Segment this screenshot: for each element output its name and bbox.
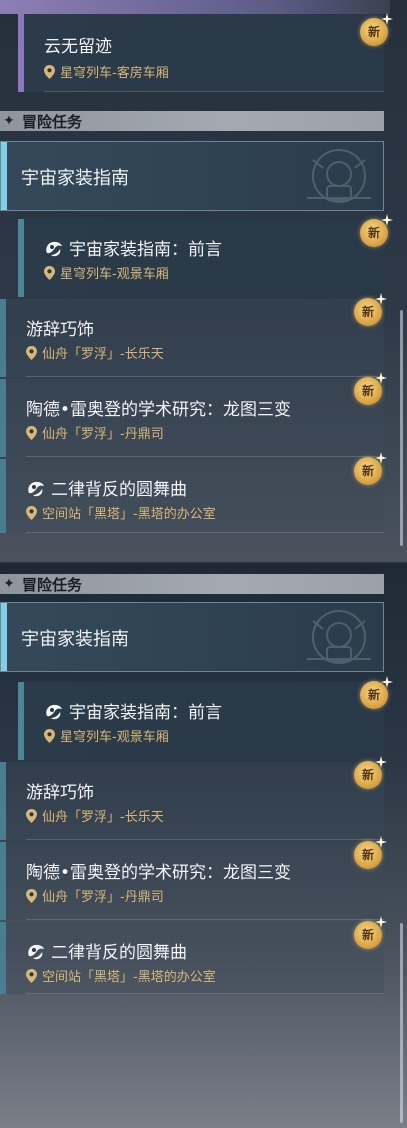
quest-name: 游辞巧饰	[26, 783, 94, 803]
location-pin-icon	[26, 346, 37, 360]
quest-bar	[18, 14, 24, 92]
quest-location: 星穹列车-客房车厢	[44, 62, 169, 81]
sparkle-icon	[375, 836, 387, 848]
quest-item[interactable]: 陶德•雷奥登的学术研究：龙图三变 仙舟「罗浮」-丹鼎司	[0, 842, 384, 920]
quest-swirl-icon	[44, 239, 64, 257]
new-badge: 新	[354, 455, 384, 485]
location-pin-icon	[26, 506, 37, 520]
sparkle-icon	[381, 13, 393, 25]
section-header[interactable]: ✦ 冒险任务	[0, 111, 384, 131]
quest-location: 仙舟「罗浮」-长乐天	[26, 806, 164, 825]
new-badge: 新	[354, 919, 384, 949]
quest-item-top[interactable]: 云无留迹 星穹列车-客房车厢	[18, 14, 384, 92]
divider	[26, 919, 384, 920]
divider	[26, 532, 384, 533]
quest-location: 仙舟「罗浮」-长乐天	[26, 343, 164, 362]
quest-name: 陶德•雷奥登的学术研究：龙图三变	[26, 863, 292, 883]
location-pin-icon	[26, 809, 37, 823]
new-badge: 新	[360, 679, 390, 709]
sub-quest-item[interactable]: 宇宙家装指南：前言 星穹列车-观景车厢	[18, 682, 384, 760]
sparkle-icon	[381, 214, 393, 226]
section-header[interactable]: ✦ 冒险任务	[0, 574, 384, 594]
previous-item-strip	[0, 0, 390, 14]
quest-panel-2: ✦ 冒险任务 宇宙家装指南 宇宙家装指南：前言 星穹列车-观景车厢 新 游辞巧饰…	[0, 563, 407, 1128]
new-badge: 新	[354, 759, 384, 789]
location-pin-icon	[44, 266, 55, 280]
category-header[interactable]: 宇宙家装指南	[0, 141, 384, 211]
quest-item[interactable]: 二律背反的圆舞曲 空间站「黑塔」-黑塔的办公室	[0, 922, 384, 994]
divider	[26, 839, 384, 840]
quest-name: 云无留迹	[44, 37, 112, 57]
category-title: 宇宙家装指南	[21, 629, 129, 650]
location-pin-icon	[26, 889, 37, 903]
quest-bar	[0, 922, 6, 994]
new-badge: 新	[360, 16, 390, 46]
quest-bar	[0, 762, 6, 840]
quest-bar	[0, 459, 6, 533]
quest-bar	[18, 682, 24, 760]
category-emblem-icon	[299, 146, 377, 208]
divider	[26, 376, 384, 377]
location-pin-icon	[26, 426, 37, 440]
sparkle-icon	[375, 372, 387, 384]
quest-location: 星穹列车-观景车厢	[44, 726, 169, 745]
new-badge: 新	[354, 375, 384, 405]
quest-bar	[0, 299, 6, 377]
quest-bar	[0, 379, 6, 457]
quest-name: 二律背反的圆舞曲	[26, 475, 187, 500]
location-pin-icon	[26, 969, 37, 983]
quest-location: 星穹列车-观景车厢	[44, 263, 169, 282]
quest-panel-1: 云无留迹 星穹列车-客房车厢 新 ✦ 冒险任务 宇宙家装指南 宇宙家装指南：前言…	[0, 0, 407, 562]
scrollbar[interactable]	[400, 310, 403, 546]
category-header[interactable]: 宇宙家装指南	[0, 602, 384, 672]
quest-location: 空间站「黑塔」-黑塔的办公室	[26, 503, 216, 522]
diamond-star-icon: ✦	[3, 113, 15, 129]
section-title: 冒险任务	[22, 575, 83, 594]
quest-location: 仙舟「罗浮」-丹鼎司	[26, 423, 164, 442]
sparkle-icon	[375, 756, 387, 768]
section-title: 冒险任务	[22, 112, 83, 131]
quest-name: 游辞巧饰	[26, 320, 94, 340]
sparkle-icon	[375, 916, 387, 928]
diamond-star-icon: ✦	[3, 576, 15, 592]
divider	[26, 456, 384, 457]
quest-name: 宇宙家装指南：前言	[44, 698, 222, 723]
category-title: 宇宙家装指南	[21, 168, 129, 189]
divider	[44, 91, 384, 92]
location-pin-icon	[44, 65, 55, 79]
quest-swirl-icon	[26, 479, 46, 497]
sparkle-icon	[381, 676, 393, 688]
quest-location: 仙舟「罗浮」-丹鼎司	[26, 886, 164, 905]
new-badge: 新	[360, 217, 390, 247]
category-bar	[1, 603, 7, 671]
quest-item[interactable]: 游辞巧饰 仙舟「罗浮」-长乐天	[0, 299, 384, 377]
quest-location: 空间站「黑塔」-黑塔的办公室	[26, 966, 216, 985]
new-badge: 新	[354, 296, 384, 326]
quest-item[interactable]: 陶德•雷奥登的学术研究：龙图三变 仙舟「罗浮」-丹鼎司	[0, 379, 384, 457]
category-emblem-icon	[299, 607, 377, 669]
quest-item[interactable]: 二律背反的圆舞曲 空间站「黑塔」-黑塔的办公室	[0, 459, 384, 533]
location-pin-icon	[44, 729, 55, 743]
scrollbar[interactable]	[400, 923, 403, 1123]
sparkle-icon	[375, 452, 387, 464]
quest-swirl-icon	[26, 942, 46, 960]
sparkle-icon	[375, 293, 387, 305]
quest-item[interactable]: 游辞巧饰 仙舟「罗浮」-长乐天	[0, 762, 384, 840]
quest-swirl-icon	[44, 702, 64, 720]
quest-name: 宇宙家装指南：前言	[44, 235, 222, 260]
quest-bar	[0, 842, 6, 920]
quest-name: 二律背反的圆舞曲	[26, 938, 187, 963]
quest-bar	[18, 219, 24, 297]
category-bar	[1, 142, 7, 210]
quest-name: 陶德•雷奥登的学术研究：龙图三变	[26, 400, 292, 420]
sub-quest-item[interactable]: 宇宙家装指南：前言 星穹列车-观景车厢	[18, 219, 384, 297]
new-badge: 新	[354, 839, 384, 869]
divider	[26, 993, 384, 994]
